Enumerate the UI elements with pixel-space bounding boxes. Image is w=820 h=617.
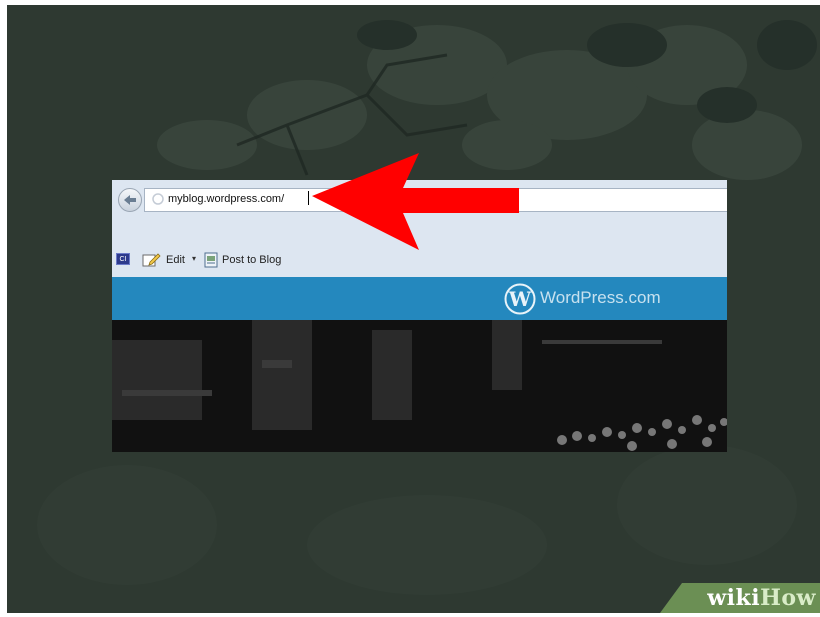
background-stage: myblog.wordpress.com/ CI Edit ▾ Post to …: [7, 5, 820, 613]
wikihow-watermark: wikiHow: [660, 583, 820, 613]
wikihow-logo-text: wikiHow: [707, 585, 816, 611]
red-pointer-arrow: [312, 153, 519, 250]
